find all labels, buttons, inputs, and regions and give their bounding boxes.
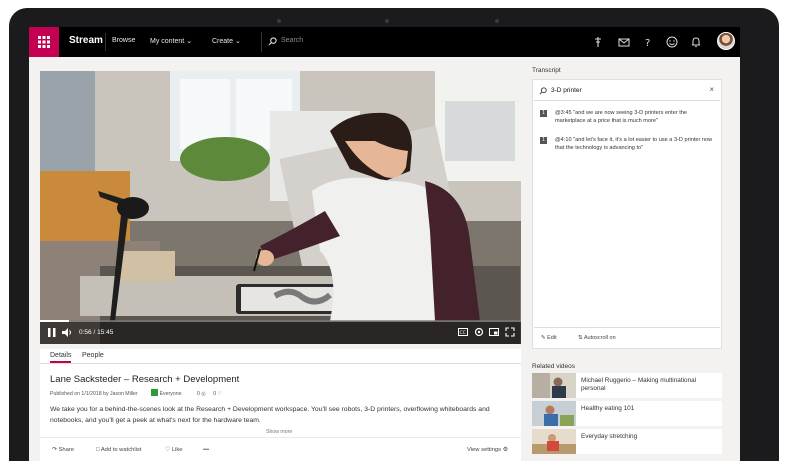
autoscroll-label: Autoscroll on xyxy=(583,335,616,341)
watchlist-label: Add to watchlist xyxy=(100,447,142,453)
details-panel: Details People Lane Sacksteder – Researc… xyxy=(40,349,521,461)
video-thumbnail xyxy=(532,429,576,454)
related-video-item[interactable]: Michael Ruggerio – Making multinational … xyxy=(532,373,722,398)
search-placeholder: Search xyxy=(281,37,304,44)
settings-icon[interactable] xyxy=(474,327,484,337)
nav-create[interactable]: Create ⌄ xyxy=(212,37,241,45)
top-bar: Stream Browse My content ⌄ Create ⌄ Sear… xyxy=(29,27,740,57)
help-icon[interactable]: ? xyxy=(641,35,655,49)
thumbs-up-icon: ♡ xyxy=(165,447,171,453)
search-box[interactable]: Search xyxy=(261,32,361,52)
divider xyxy=(40,363,521,364)
eye-icon: ◎ xyxy=(201,391,206,397)
search-icon xyxy=(268,37,277,46)
nav-browse[interactable]: Browse xyxy=(112,37,135,44)
transcript-footer: ✎ Edit ⇅ Autoscroll on xyxy=(534,327,720,347)
edit-button[interactable]: ✎ Edit xyxy=(541,335,557,341)
action-bar: ↷ Share □ Add to watchlist ♡ Like ••• Vi… xyxy=(40,437,521,461)
pencil-icon: ✎ xyxy=(541,335,546,341)
autoscroll-toggle[interactable]: ⇅ Autoscroll on xyxy=(578,335,616,341)
app-name[interactable]: Stream xyxy=(69,35,103,46)
sensor-dot xyxy=(277,19,281,23)
related-video-item[interactable]: Everyday stretching xyxy=(532,429,722,454)
view-settings-button[interactable]: View settings ⚙ xyxy=(467,447,508,453)
video-frame-image xyxy=(40,71,521,344)
related-videos-heading: Related videos xyxy=(532,363,575,370)
video-title: Lane Sacksteder – Research + Development xyxy=(50,374,240,385)
chevron-down-icon: ⌄ xyxy=(234,38,241,45)
heart-icon: ♡ xyxy=(217,391,223,397)
like-count: 0 xyxy=(213,391,217,397)
more-options-button[interactable]: ••• xyxy=(203,447,209,453)
audience-label[interactable]: Everyone xyxy=(160,391,182,397)
nav-create-label: Create xyxy=(212,38,234,45)
like-label: Like xyxy=(171,447,183,453)
audience-icon xyxy=(151,389,159,396)
share-button[interactable]: ↷ Share xyxy=(52,447,74,453)
view-settings-label: View settings xyxy=(467,447,502,453)
progress-bar[interactable] xyxy=(40,320,521,322)
related-video-title: Michael Ruggerio – Making multinational … xyxy=(581,377,697,392)
progress-fill xyxy=(40,320,69,322)
tab-people[interactable]: People xyxy=(82,352,104,359)
transcript-search[interactable]: 3-D printer × xyxy=(534,81,720,101)
view-count: 0 xyxy=(196,391,200,397)
transcript-search-value: 3-D printer xyxy=(551,87,582,94)
show-more-link[interactable]: Show more xyxy=(266,429,292,435)
chevron-down-icon: ⌄ xyxy=(186,38,193,45)
time-display: 0:56 / 15:45 xyxy=(79,329,114,336)
transcript-marker: 1 xyxy=(540,137,547,144)
waffle-icon[interactable] xyxy=(29,27,59,57)
camera-dot xyxy=(385,19,389,23)
transcript-marker: 1 xyxy=(540,110,547,117)
share-icon: ↷ xyxy=(52,447,57,453)
volume-icon[interactable] xyxy=(62,328,72,337)
transcript-panel: 3-D printer × 1 @3:45 "and we are now se… xyxy=(532,79,722,349)
share-label: Share xyxy=(58,447,74,453)
related-video-title: Everyday stretching xyxy=(581,433,638,440)
watchlist-icon: □ xyxy=(96,447,100,453)
add-to-watchlist-button[interactable]: □ Add to watchlist xyxy=(96,447,141,453)
smiley-icon[interactable] xyxy=(665,35,679,49)
avatar[interactable] xyxy=(717,32,735,50)
related-video-item[interactable]: Healthy eating 101 xyxy=(532,401,722,426)
autoscroll-icon: ⇅ xyxy=(578,335,583,341)
bell-icon[interactable] xyxy=(689,35,703,49)
tab-details[interactable]: Details xyxy=(50,352,72,363)
svg-text:CC: CC xyxy=(460,330,466,336)
gear-icon: ⚙ xyxy=(502,447,508,453)
edit-label: Edit xyxy=(547,335,557,341)
transcript-line[interactable]: @3:45 "and we are now seeing 3-D printer… xyxy=(555,109,715,125)
related-video-title: Healthy eating 101 xyxy=(581,405,635,412)
video-meta: Published on 1/1/2018 by Jason Miller Ev… xyxy=(50,389,222,397)
pause-icon[interactable] xyxy=(48,328,56,337)
fullscreen-icon[interactable] xyxy=(505,327,515,337)
mail-icon[interactable] xyxy=(617,35,631,49)
stream-app: Stream Browse My content ⌄ Create ⌄ Sear… xyxy=(29,27,740,461)
video-thumbnail xyxy=(532,401,576,426)
svg-text:?: ? xyxy=(645,38,650,49)
transcript-heading: Transcript xyxy=(532,67,561,74)
transcript-line[interactable]: @4:10 "and let's face it, it's a lot eas… xyxy=(555,136,715,152)
search-icon xyxy=(539,87,547,95)
sensor-dot xyxy=(495,19,499,23)
like-button[interactable]: ♡ Like xyxy=(165,447,182,453)
video-thumbnail xyxy=(532,373,576,398)
theater-mode-icon[interactable] xyxy=(489,328,499,336)
video-player[interactable]: 0:56 / 15:45 CC xyxy=(40,71,521,344)
nav-my-content[interactable]: My content ⌄ xyxy=(150,37,192,45)
divider xyxy=(105,33,106,51)
close-icon[interactable]: × xyxy=(709,85,714,94)
captions-icon[interactable]: CC xyxy=(458,328,468,336)
video-description: We take you for a behind-the-scenes look… xyxy=(50,406,490,424)
nav-my-content-label: My content xyxy=(150,38,185,45)
published-info: Published on 1/1/2018 by Jason Miller xyxy=(50,391,138,397)
player-controls: 0:56 / 15:45 CC xyxy=(40,320,521,344)
pin-icon[interactable] xyxy=(591,35,605,49)
